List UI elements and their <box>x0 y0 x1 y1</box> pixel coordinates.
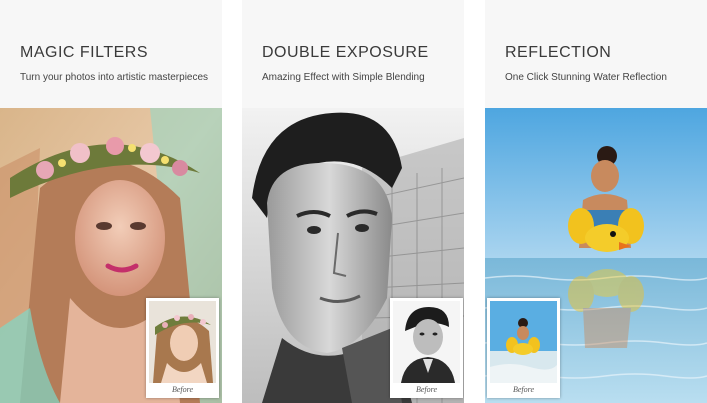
before-thumbnail[interactable]: Before <box>487 298 560 398</box>
before-photo <box>393 301 460 383</box>
before-photo <box>490 301 557 383</box>
before-photo <box>149 301 216 383</box>
panel-title: MAGIC FILTERS <box>20 44 148 61</box>
panel-subtitle: Turn your photos into artistic masterpie… <box>20 72 209 83</box>
panel-title: DOUBLE EXPOSURE <box>262 44 429 61</box>
before-label: Before <box>171 385 194 394</box>
panel-title: REFLECTION <box>505 44 612 61</box>
before-thumbnail[interactable]: Before <box>146 298 219 398</box>
before-thumbnail[interactable]: Before <box>390 298 463 398</box>
before-label: Before <box>415 385 438 394</box>
panel-magic-filters[interactable]: MAGIC FILTERS Turn your photos into arti… <box>0 0 222 403</box>
panel-subtitle: Amazing Effect with Simple Blending <box>262 72 425 83</box>
panel-double-exposure[interactable]: DOUBLE EXPOSURE Amazing Effect with Simp… <box>242 0 464 403</box>
before-label: Before <box>512 385 535 394</box>
panel-header: REFLECTION One Click Stunning Water Refl… <box>485 0 707 108</box>
panel-reflection[interactable]: REFLECTION One Click Stunning Water Refl… <box>485 0 707 403</box>
panel-header: DOUBLE EXPOSURE Amazing Effect with Simp… <box>242 0 464 108</box>
panel-header: MAGIC FILTERS Turn your photos into arti… <box>0 0 222 108</box>
panel-subtitle: One Click Stunning Water Reflection <box>505 72 667 83</box>
